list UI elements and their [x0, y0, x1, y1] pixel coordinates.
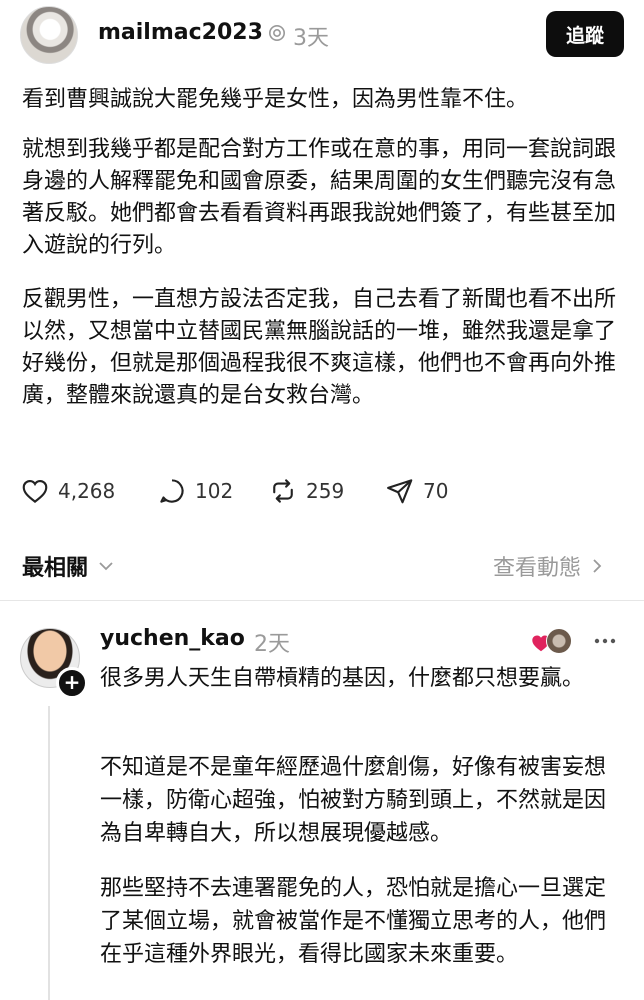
like-button[interactable]: 4,268	[20, 476, 115, 506]
avatar	[546, 628, 572, 654]
view-activity-label: 查看動態	[493, 556, 582, 581]
plus-icon[interactable]: +	[56, 667, 88, 699]
reply-time: 2天	[254, 632, 290, 657]
chevron-down-icon	[99, 562, 113, 571]
more-icon[interactable]	[592, 628, 618, 654]
reply-paragraph: 不知道是不是童年經歷過什麼創傷，好像有被害妄想一樣，防衛心超強，怕被對方騎到頭上…	[100, 755, 607, 846]
view-activity-link[interactable]: 查看動態	[493, 550, 607, 582]
reply-button[interactable]: 102	[157, 476, 233, 506]
heart-icon	[22, 479, 48, 503]
comment-icon	[160, 479, 184, 503]
post-paragraph: 看到曹興誠說大罷免幾乎是女性，因為男性靠不住。	[22, 87, 529, 112]
thread-line	[48, 706, 50, 1000]
author-name[interactable]: mailmac2023	[98, 20, 263, 45]
post-paragraph: 反觀男性，一直想方設法否定我，自己去看了新聞也看不出所以然，又想當中立替國民黨無…	[22, 287, 617, 408]
repost-count: 259	[306, 479, 345, 503]
share-button[interactable]: 70	[385, 476, 448, 506]
divider	[0, 600, 644, 601]
author-liked-indicator	[530, 626, 572, 656]
verified-icon	[268, 24, 286, 42]
reply-paragraph: 很多男人天生自帶槓精的基因，什麼都只想要贏。	[100, 666, 585, 691]
reply-count: 102	[195, 479, 234, 503]
share-count: 70	[423, 479, 449, 503]
repost-button[interactable]: 259	[268, 476, 344, 506]
repost-icon	[273, 479, 293, 503]
share-icon	[387, 479, 413, 504]
sort-label: 最相關	[22, 556, 89, 581]
post-header: mailmac2023 3天 追蹤	[0, 0, 644, 70]
chevron-right-icon	[593, 559, 602, 573]
like-count: 4,268	[58, 479, 116, 503]
sort-dropdown[interactable]: 最相關	[22, 550, 116, 582]
reply-author-name[interactable]: yuchen_kao	[100, 626, 245, 651]
reply-paragraph: 那些堅持不去連署罷免的人，恐怕就是擔心一旦選定了某個立場，就會被當作是不懂獨立思…	[100, 876, 607, 967]
post-paragraph: 就想到我幾乎都是配合對方工作或在意的事，用同一套說詞跟身邊的人解釋罷免和國會原委…	[22, 137, 617, 258]
author-avatar[interactable]	[20, 6, 78, 64]
post-time: 3天	[293, 26, 329, 51]
follow-button[interactable]: 追蹤	[546, 11, 624, 57]
